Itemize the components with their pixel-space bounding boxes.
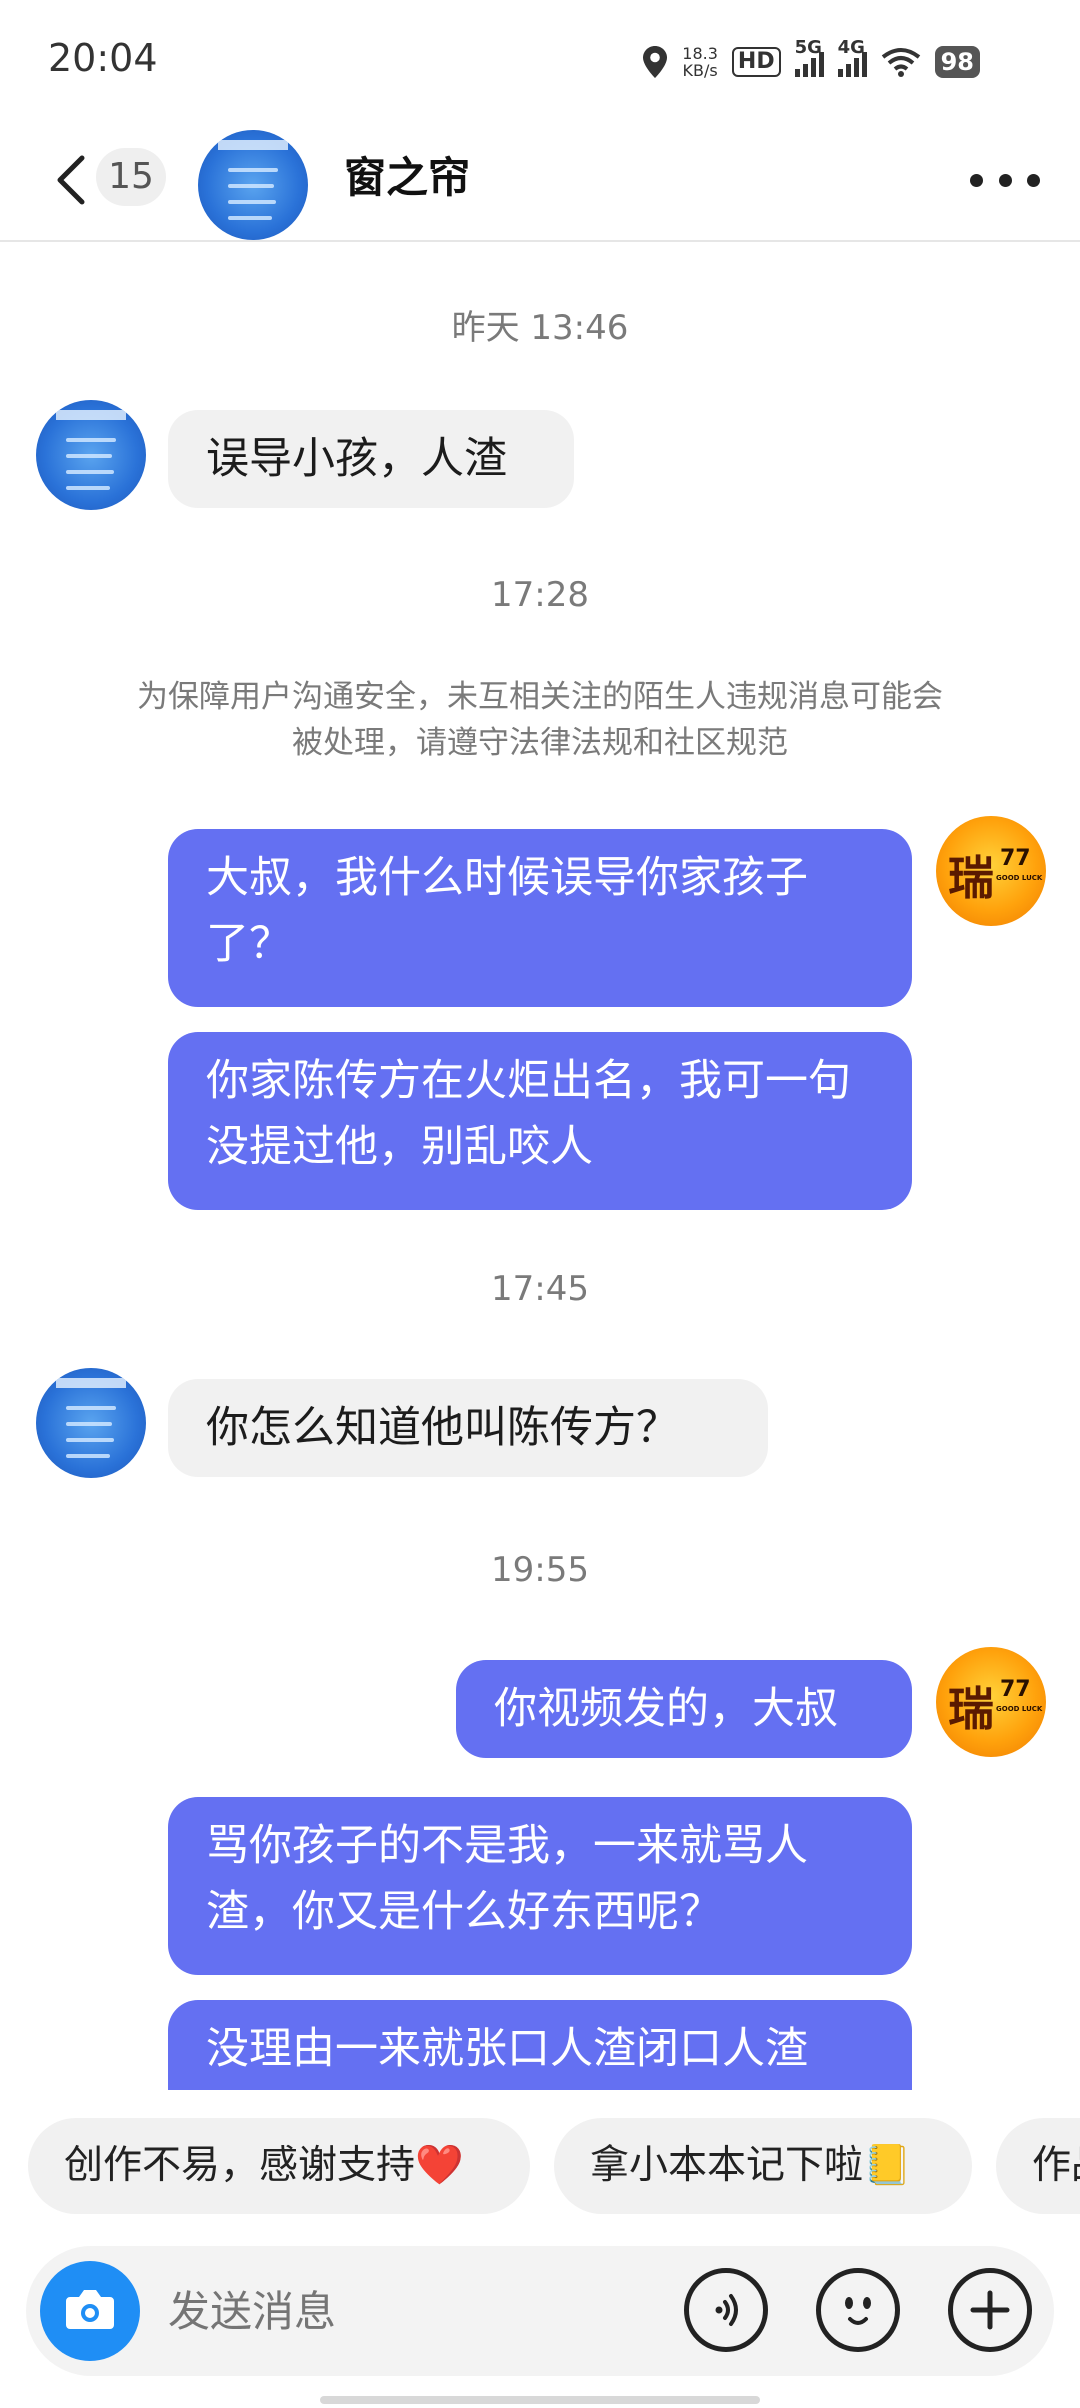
chevron-left-icon [57, 155, 85, 205]
emoji-icon [845, 2297, 871, 2325]
wifi-icon [881, 48, 920, 77]
signal-5g-icon: 5G [794, 37, 824, 77]
back-button[interactable] [50, 150, 90, 210]
status-time: 20:04 [48, 36, 158, 80]
sender-avatar[interactable] [36, 1368, 146, 1478]
network-speed: 18.3 KB/s [682, 44, 718, 80]
message-bubble-incoming[interactable]: 误导小孩，人渣 [168, 410, 574, 508]
status-icons: 18.3 KB/s HD 5G 4G 98 [642, 37, 980, 84]
chat-header: 15 窗之帘 [0, 120, 1080, 242]
message-bubble-outgoing[interactable]: 骂你孩子的不是我，一来就骂人渣，你又是什么好东西呢？ [168, 1797, 912, 1975]
my-avatar[interactable]: 瑞 77 GOOD LUCK [936, 1647, 1046, 1757]
voice-icon [715, 2294, 738, 2326]
battery-icon: 98 [934, 46, 980, 78]
quick-reply-chip[interactable]: 创作不易，感谢支持❤️ [28, 2118, 530, 2214]
camera-icon [66, 2290, 114, 2329]
more-options-button[interactable] [970, 160, 1040, 200]
timestamp: 昨天 13:46 [451, 308, 629, 348]
timestamp: 19:55 [491, 1550, 589, 1590]
quick-reply-bar[interactable]: 创作不易，感谢支持❤️ 拿小本本记下啦📒 作品 [0, 2118, 1080, 2218]
message-input[interactable] [166, 2282, 550, 2342]
location-icon [643, 46, 668, 78]
quick-reply-chip[interactable]: 作品 [996, 2118, 1080, 2214]
dot-icon [998, 173, 1012, 187]
message-list[interactable]: 昨天 13:46 误导小孩，人渣 17:28 为保障用户沟通安全，未互相关注的陌… [0, 242, 1080, 2090]
my-avatar[interactable]: 瑞 77 GOOD LUCK [936, 816, 1046, 926]
signal-4g-icon: 4G [837, 37, 867, 77]
hd-voice-icon: HD [731, 47, 781, 77]
status-bar: 20:04 18.3 KB/s HD 5G 4G 98 [0, 0, 1080, 120]
voice-button[interactable] [684, 2268, 768, 2352]
unread-count-badge[interactable]: 15 [96, 148, 166, 206]
message-bubble-outgoing[interactable]: 你家陈传方在火炬出名，我可一句没提过他，别乱咬人 [168, 1032, 912, 1210]
contact-name[interactable]: 窗之帘 [344, 148, 470, 208]
safety-notice: 为保障用户沟通安全，未互相关注的陌生人违规消息可能会被处理，请遵守法律法规和社区… [137, 679, 943, 761]
dot-icon [970, 173, 983, 187]
sender-avatar[interactable] [36, 400, 146, 510]
contact-avatar[interactable] [198, 130, 308, 240]
timestamp: 17:28 [491, 575, 589, 615]
message-bubble-incoming[interactable]: 你怎么知道他叫陈传方？ [168, 1379, 768, 1477]
message-input-bar [26, 2246, 1054, 2376]
dot-icon [1027, 173, 1040, 187]
emoji-button[interactable] [816, 2268, 900, 2352]
camera-button[interactable] [40, 2261, 140, 2361]
timestamp: 17:45 [491, 1269, 589, 1309]
message-bubble-outgoing[interactable]: 大叔，我什么时候误导你家孩子了？ [168, 829, 912, 1007]
more-functions-button[interactable] [948, 2268, 1032, 2352]
message-bubble-outgoing[interactable]: 没理由一来就张口人渣闭口人渣 [168, 2000, 912, 2090]
message-bubble-outgoing[interactable]: 你视频发的，大叔 [456, 1660, 912, 1758]
home-indicator[interactable] [320, 2396, 760, 2404]
quick-reply-chip[interactable]: 拿小本本记下啦📒 [554, 2118, 972, 2214]
plus-icon [970, 2290, 1010, 2330]
